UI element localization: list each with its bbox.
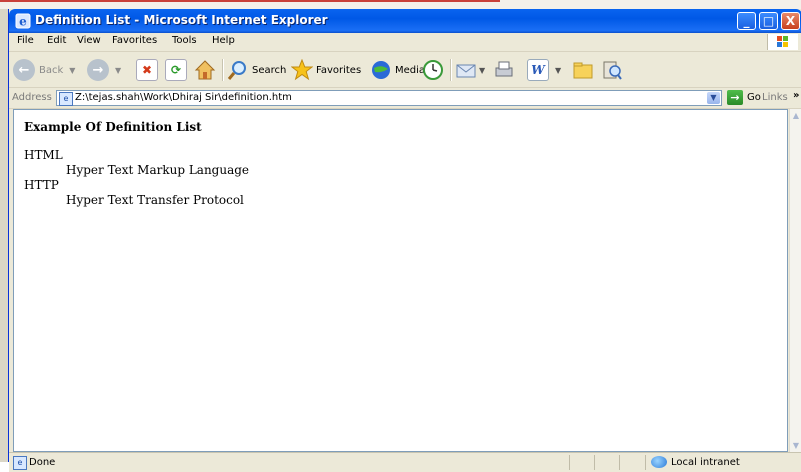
standard-toolbar: ← Back ▼ → ▼ ✖ ⟳ Search Favorites Media … bbox=[9, 52, 801, 88]
security-zone-label: Local intranet bbox=[671, 457, 740, 468]
menu-bar: File Edit View Favorites Tools Help bbox=[9, 33, 801, 52]
forward-dropdown-icon: ▼ bbox=[115, 65, 122, 75]
discuss-button[interactable] bbox=[572, 58, 594, 82]
minimize-icon: _ bbox=[743, 14, 750, 28]
desktop-edge bbox=[0, 9, 8, 462]
history-clock-icon bbox=[423, 60, 443, 80]
refresh-icon: ⟳ bbox=[165, 59, 187, 81]
mail-button[interactable]: ▼ bbox=[455, 58, 485, 82]
menu-view[interactable]: View bbox=[77, 35, 101, 46]
page-icon: e bbox=[59, 92, 73, 106]
mail-dropdown-icon: ▼ bbox=[479, 65, 486, 75]
vertical-scrollbar[interactable]: ▲ ▼ bbox=[789, 109, 801, 452]
search-label: Search bbox=[252, 64, 287, 76]
svg-text:e: e bbox=[19, 15, 27, 29]
scroll-up-icon[interactable]: ▲ bbox=[790, 109, 801, 122]
go-label: Go bbox=[747, 92, 761, 103]
research-icon bbox=[603, 61, 622, 80]
window-title: Definition List - Microsoft Internet Exp… bbox=[35, 13, 328, 27]
close-icon: X bbox=[785, 14, 796, 28]
back-button[interactable]: ← Back ▼ bbox=[13, 58, 75, 82]
menu-favorites[interactable]: Favorites bbox=[112, 35, 157, 46]
media-globe-icon bbox=[372, 61, 390, 79]
stop-button[interactable]: ✖ bbox=[136, 58, 158, 82]
close-button[interactable]: X bbox=[781, 12, 800, 30]
favorites-star-icon bbox=[291, 59, 313, 81]
back-label: Back bbox=[39, 64, 64, 76]
ie-logo-icon: e bbox=[15, 13, 31, 29]
definition-term: HTML bbox=[24, 148, 63, 162]
forward-button[interactable]: → ▼ bbox=[87, 58, 121, 82]
history-button[interactable] bbox=[422, 58, 444, 82]
print-button[interactable] bbox=[493, 58, 515, 82]
edit-button[interactable]: W ▼ bbox=[527, 58, 561, 82]
forward-arrow-icon: → bbox=[87, 59, 109, 81]
home-button[interactable] bbox=[194, 58, 216, 82]
favorites-button[interactable]: Favorites bbox=[291, 58, 361, 82]
page-content: Example Of Definition List HTML Hyper Te… bbox=[13, 109, 788, 452]
scroll-down-icon[interactable]: ▼ bbox=[790, 439, 801, 452]
address-value: Z:\tejas.shah\Work\Dhiraj Sir\definition… bbox=[75, 92, 292, 103]
links-button[interactable]: Links bbox=[762, 92, 788, 103]
print-icon bbox=[495, 61, 513, 77]
back-arrow-icon: ← bbox=[13, 59, 35, 81]
address-label: Address bbox=[12, 92, 52, 103]
definition-list: HTML Hyper Text Markup Language HTTP Hyp… bbox=[24, 148, 249, 208]
folder-icon bbox=[573, 62, 593, 79]
status-divider bbox=[619, 455, 620, 470]
back-dropdown-icon: ▼ bbox=[69, 65, 76, 75]
mail-icon bbox=[456, 64, 476, 78]
minimize-button[interactable]: _ bbox=[737, 12, 756, 30]
research-button[interactable] bbox=[601, 58, 623, 82]
page-status-icon: e bbox=[13, 456, 27, 470]
media-label: Media bbox=[395, 64, 426, 76]
go-arrow-icon: → bbox=[727, 90, 743, 105]
favorites-label: Favorites bbox=[316, 64, 362, 76]
maximize-icon: □ bbox=[762, 14, 775, 28]
address-dropdown-icon[interactable]: ▼ bbox=[707, 92, 720, 104]
media-button[interactable]: Media bbox=[370, 58, 425, 82]
menu-help[interactable]: Help bbox=[212, 35, 235, 46]
status-text: Done bbox=[29, 457, 56, 468]
address-bar: Address e Z:\tejas.shah\Work\Dhiraj Sir\… bbox=[9, 88, 801, 109]
toolbar-separator bbox=[222, 59, 224, 81]
go-button[interactable]: → Go bbox=[727, 90, 761, 105]
definition-description: Hyper Text Transfer Protocol bbox=[66, 193, 244, 207]
status-bar: e Done Local intranet bbox=[9, 452, 801, 472]
address-input[interactable]: e Z:\tejas.shah\Work\Dhiraj Sir\definiti… bbox=[56, 90, 722, 106]
windows-logo-icon bbox=[767, 34, 798, 50]
definition-term: HTTP bbox=[24, 178, 59, 192]
links-chevron-icon[interactable]: » bbox=[793, 90, 799, 101]
edit-dropdown-icon: ▼ bbox=[555, 65, 562, 75]
maximize-button[interactable]: □ bbox=[759, 12, 778, 30]
toolbar-separator bbox=[450, 59, 452, 81]
refresh-button[interactable]: ⟳ bbox=[165, 58, 187, 82]
intranet-zone-icon bbox=[651, 456, 667, 468]
menu-edit[interactable]: Edit bbox=[47, 35, 66, 46]
browser-window: e Definition List - Microsoft Internet E… bbox=[8, 9, 801, 472]
home-icon bbox=[194, 60, 216, 80]
search-icon bbox=[227, 61, 246, 80]
divider-line bbox=[0, 0, 500, 2]
status-divider bbox=[569, 455, 570, 470]
word-edit-icon: W bbox=[527, 59, 549, 81]
status-divider bbox=[594, 455, 595, 470]
search-button[interactable]: Search bbox=[227, 58, 286, 82]
menu-file[interactable]: File bbox=[17, 35, 34, 46]
title-bar[interactable]: e Definition List - Microsoft Internet E… bbox=[9, 9, 801, 33]
status-divider bbox=[645, 455, 646, 470]
menu-tools[interactable]: Tools bbox=[172, 35, 197, 46]
definition-description: Hyper Text Markup Language bbox=[66, 163, 250, 177]
stop-icon: ✖ bbox=[136, 59, 158, 81]
page-heading: Example Of Definition List bbox=[24, 120, 202, 134]
